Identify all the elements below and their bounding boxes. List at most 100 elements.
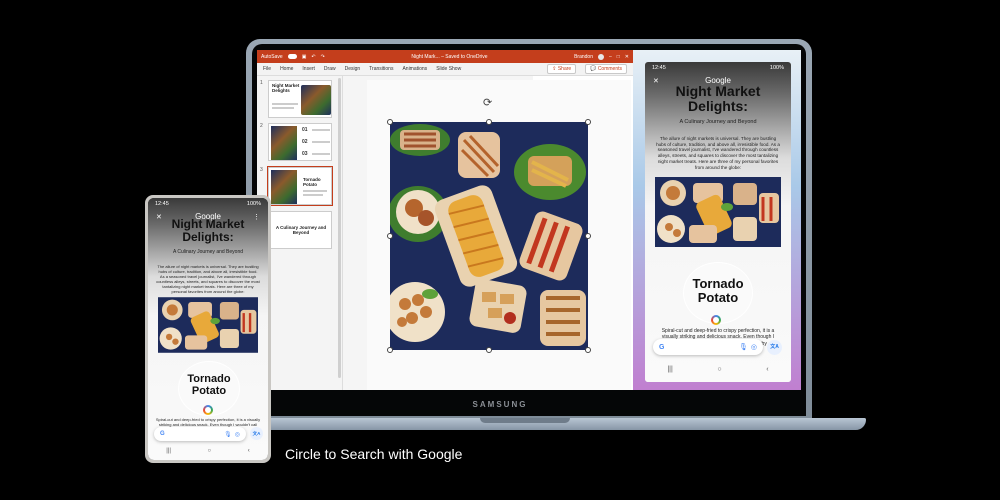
home-icon[interactable]: ○ [208,448,212,454]
food-photo[interactable] [390,122,588,350]
text-line [312,129,330,131]
tab-animations[interactable]: Animations [402,66,427,72]
tab-design[interactable]: Design [345,66,361,72]
slide-preview-selected: Tornado Potato [267,166,333,206]
translate-icon: 文A [770,344,779,350]
rotate-handle-icon[interactable]: ⟳ [483,96,492,109]
food-image [271,126,297,160]
resize-handle-right[interactable] [585,233,591,239]
phone-mirror-panel: 12:45 100% ✕ Google Night Market Delight… [633,50,801,390]
save-icon[interactable]: ▣ [302,54,307,60]
ribbon-tabs: File Home Insert Draw Design Transitions… [257,63,633,76]
food-image [301,85,331,115]
translate-button[interactable]: 文A [767,340,782,355]
resize-handle-top-right[interactable] [585,119,591,125]
status-battery: 100% [246,201,261,207]
article-image-graphic [655,177,781,247]
circle-to-search-overlay: 12:45 100% ✕ Google ⋮ Night Market Delig… [148,198,268,460]
google-g-icon: G [659,343,665,351]
lens-icon[interactable]: ◎ [235,431,240,438]
minimize-icon[interactable]: – [609,54,612,60]
list-number: 02 [302,139,308,145]
food-photo-graphic [390,122,588,350]
google-g-icon: G [160,431,165,437]
lens-glow-icon [711,315,721,325]
back-icon[interactable]: ‹ [248,448,250,454]
share-label: Share [557,66,572,72]
ppt-body: 1 Night Market Delights 2 01 02 03 3 Tor… [257,76,633,390]
circled-line-1: Tornado [692,276,744,291]
article-paragraph: The allure of night markets is universal… [156,264,260,294]
resize-handle-top[interactable] [486,119,492,125]
search-bar[interactable]: G 🎙 ◎ [653,339,763,355]
comments-label: Comments [597,66,622,72]
autosave-toggle[interactable] [287,54,297,59]
slide-number: 2 [260,123,263,129]
status-time: 12:45 [652,65,666,71]
article-subtitle: A Culinary Journey and Beyond [172,249,244,255]
powerpoint-window: AutoSave ▣ ↶ ↷ Night Mark... – Saved to … [257,50,633,390]
home-icon[interactable]: ○ [717,366,721,373]
circled-line-1: Tornado [187,373,231,385]
laptop-notch [480,418,570,423]
article-image [158,297,258,353]
text-line [312,153,330,155]
resize-handle-bottom[interactable] [486,347,492,353]
comments-button[interactable]: 💬 Comments [585,64,627,74]
slide-thumb-3[interactable]: 3 Tornado Potato [260,166,333,206]
undo-icon[interactable]: ↶ [311,54,315,60]
text-line [303,194,323,196]
avatar[interactable] [597,53,604,60]
title-bar: AutoSave ▣ ↶ ↷ Night Mark... – Saved to … [257,50,633,63]
search-bar[interactable]: G 🎙 ◎ [154,427,246,441]
maximize-icon[interactable]: □ [617,54,620,60]
autosave-label: AutoSave [261,53,283,60]
circled-line-2: Potato [191,384,227,397]
tab-transitions[interactable]: Transitions [369,66,393,72]
thumbnail-scrollbar[interactable] [338,78,341,378]
microphone-icon[interactable]: 🎙 [739,343,748,351]
article-image-graphic [158,297,258,353]
caption: Circle to Search with Google [285,446,463,462]
navigation-bar: ||| ○ ‹ [148,448,268,454]
tab-home[interactable]: Home [280,66,293,72]
resize-handle-bottom-right[interactable] [585,347,591,353]
title-line-1: Night Market [675,83,761,99]
status-time: 12:45 [155,201,169,207]
share-button[interactable]: ⇪ Share [547,64,577,74]
slide-title: Night Market Delights [272,83,300,93]
text-line [272,103,298,105]
translate-button[interactable]: 文A [250,427,263,440]
status-bar: 12:45 100% [148,198,268,210]
slide-thumb-1[interactable]: 1 Night Market Delights [260,80,332,118]
recents-icon[interactable]: ||| [667,366,672,373]
translate-icon: 文A [252,431,261,436]
status-bar: 12:45 100% [645,62,791,74]
article-subtitle: A Culinary Journey and Beyond [679,119,757,125]
lens-icon[interactable]: ◎ [751,343,757,351]
resize-handle-left[interactable] [387,233,393,239]
tab-draw[interactable]: Draw [324,66,336,72]
redo-icon[interactable]: ↷ [321,54,325,60]
food-image [271,170,297,204]
slide-canvas: ⟳ [343,76,633,390]
slide-thumb-2[interactable]: 2 01 02 03 [260,123,332,161]
list-number: 01 [302,127,308,133]
document-title[interactable]: Night Mark... – Saved to OneDrive [411,54,487,60]
tab-file[interactable]: File [263,66,271,72]
laptop-screen: AutoSave ▣ ↶ ↷ Night Mark... – Saved to … [257,50,801,390]
resize-handle-top-left[interactable] [387,119,393,125]
lens-glow-icon [203,405,213,415]
close-icon[interactable]: ✕ [625,54,629,60]
resize-handle-bottom-left[interactable] [387,347,393,353]
article-title: Night Market Delights: [645,84,791,113]
tab-insert[interactable]: Insert [302,66,315,72]
back-icon[interactable]: ‹ [766,366,768,373]
recents-icon[interactable]: ||| [166,448,171,454]
title-line-1: Night Market [171,217,245,231]
microphone-icon[interactable]: 🎙 [224,431,232,438]
tab-slide-show[interactable]: Slide Show [436,66,461,72]
article-title: Night Market Delights: [148,218,268,243]
stage: SAMSUNG AutoSave ▣ ↶ ↷ Night Mark... – S… [0,0,1000,500]
text-line [312,141,330,143]
